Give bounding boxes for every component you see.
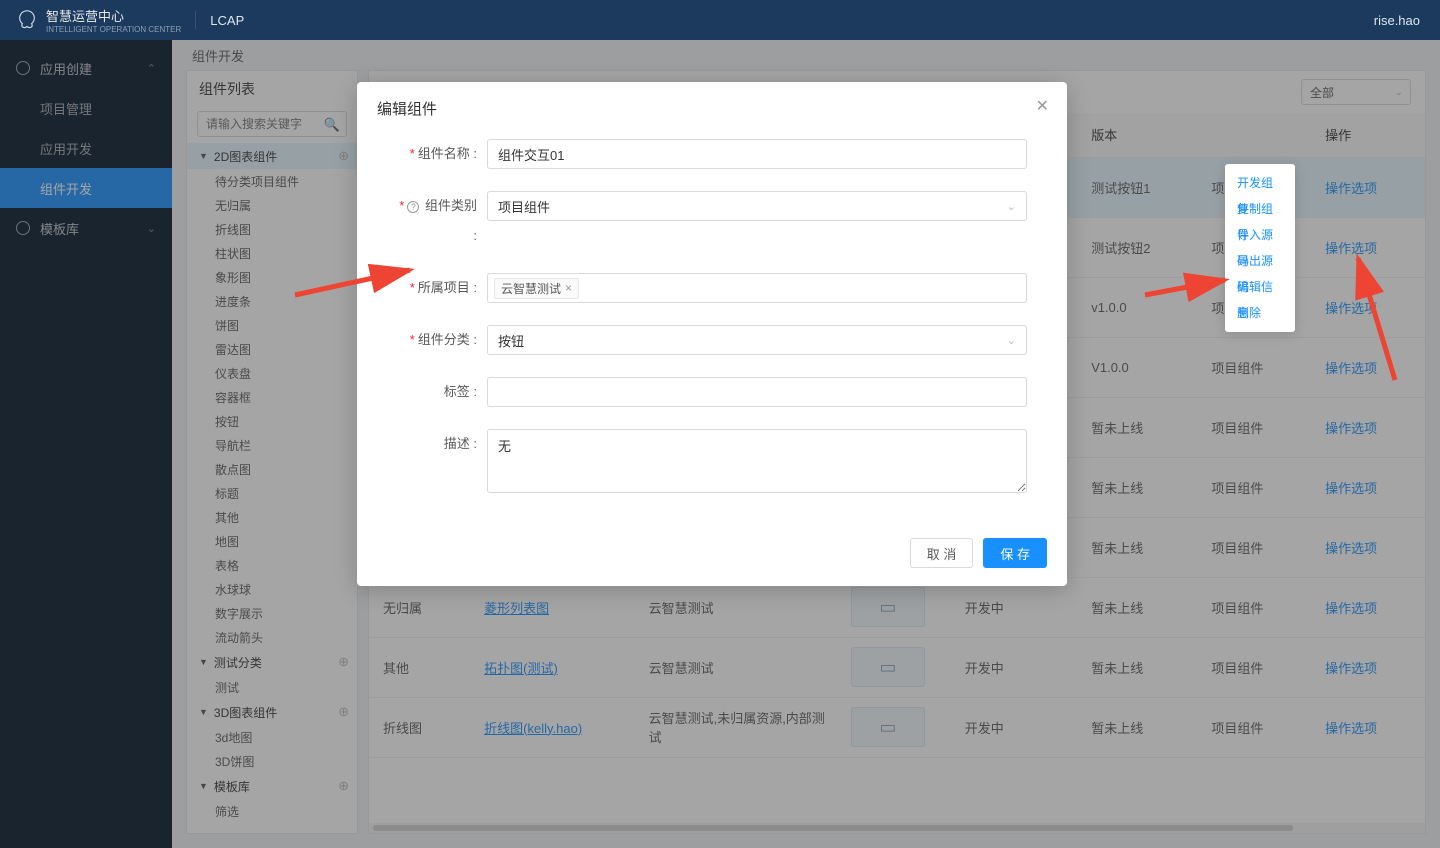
label-project: 所属项目 [418, 280, 470, 295]
tag-remove-icon[interactable]: × [565, 281, 572, 295]
logo-icon [16, 9, 38, 31]
project-tag-box[interactable]: 云智慧测试× [487, 273, 1027, 303]
chevron-down-icon: ⌄ [1007, 334, 1016, 347]
header-divider [195, 11, 196, 29]
label-category: 组件类别 [425, 198, 477, 213]
menu-delete[interactable]: 删除 [1225, 300, 1295, 326]
edit-component-modal: 编辑组件 ✕ *组件名称 : *? 组件类别 : 项目组件⌄ *所属项目 : 云… [357, 82, 1067, 586]
header-user[interactable]: rise.hao [1374, 13, 1420, 28]
menu-export-source[interactable]: 导出源码 [1225, 248, 1295, 274]
modal-body: *组件名称 : *? 组件类别 : 项目组件⌄ *所属项目 : 云智慧测试× *… [357, 135, 1067, 538]
action-dropdown: 开发组件 复制组件 导入源码 导出源码 编辑信息 删除 [1225, 164, 1295, 332]
input-component-name[interactable] [487, 139, 1027, 169]
textarea-desc[interactable] [487, 429, 1027, 493]
menu-copy-component[interactable]: 复制组件 [1225, 196, 1295, 222]
app-header: 智慧运营中心 INTELLIGENT OPERATION CENTER LCAP… [0, 0, 1440, 40]
menu-dev-component[interactable]: 开发组件 [1225, 170, 1295, 196]
label-desc: 描述 [444, 436, 470, 451]
input-tag[interactable] [487, 377, 1027, 407]
label-tag: 标签 [444, 384, 470, 399]
close-icon[interactable]: ✕ [1036, 96, 1049, 116]
header-subtitle: INTELLIGENT OPERATION CENTER [46, 25, 181, 34]
select-category[interactable]: 项目组件⌄ [487, 191, 1027, 221]
project-tag[interactable]: 云智慧测试× [494, 278, 579, 299]
menu-edit-info[interactable]: 编辑信息 [1225, 274, 1295, 300]
header-logo: 智慧运营中心 INTELLIGENT OPERATION CENTER [16, 6, 181, 34]
save-button[interactable]: 保 存 [983, 538, 1047, 568]
label-name: 组件名称 [418, 146, 470, 161]
label-class: 组件分类 [418, 332, 470, 347]
chevron-down-icon: ⌄ [1007, 200, 1016, 213]
cancel-button[interactable]: 取 消 [910, 538, 974, 568]
help-icon[interactable]: ? [407, 201, 419, 213]
header-title-wrap: 智慧运营中心 INTELLIGENT OPERATION CENTER [46, 6, 181, 34]
menu-import-source[interactable]: 导入源码 [1225, 222, 1295, 248]
modal-header: 编辑组件 ✕ [357, 82, 1067, 135]
modal-footer: 取 消 保 存 [357, 538, 1067, 586]
header-title: 智慧运营中心 [46, 9, 124, 24]
modal-title: 编辑组件 [377, 101, 437, 118]
header-app-name: LCAP [210, 13, 244, 28]
select-class[interactable]: 按钮⌄ [487, 325, 1027, 355]
